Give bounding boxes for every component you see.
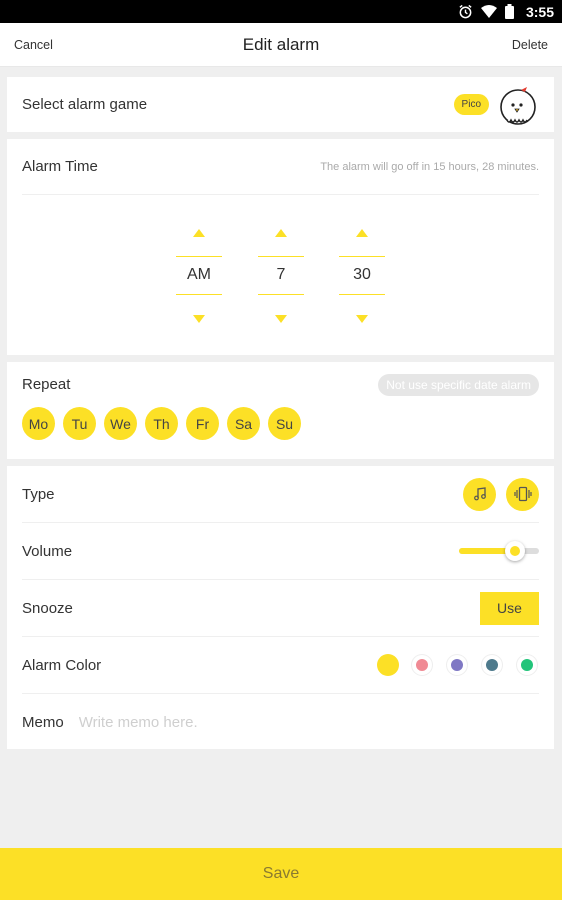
- alarm-time-card: Alarm Time The alarm will go off in 15 h…: [7, 139, 554, 355]
- snooze-row: Snooze Use: [22, 580, 539, 637]
- type-label: Type: [22, 485, 55, 503]
- select-game-row[interactable]: Select alarm game Pico: [7, 77, 554, 132]
- color-swatch[interactable]: [416, 659, 428, 671]
- color-swatch[interactable]: [451, 659, 463, 671]
- volume-label: Volume: [22, 542, 73, 560]
- day-toggle-th[interactable]: Th: [145, 407, 178, 440]
- day-toggle-fr[interactable]: Fr: [186, 407, 219, 440]
- status-time: 3:55: [525, 3, 554, 20]
- ampm-picker[interactable]: AM: [176, 223, 222, 333]
- music-note-icon[interactable]: [463, 477, 496, 511]
- color-swatch[interactable]: [486, 659, 498, 671]
- repeat-card: Repeat Not use specific date alarm Mo Tu…: [7, 362, 554, 459]
- wifi-icon: [480, 4, 497, 18]
- memo-input[interactable]: [78, 714, 539, 731]
- day-toggle-mo[interactable]: Mo: [22, 407, 55, 440]
- specific-date-toggle[interactable]: Not use specific date alarm: [378, 373, 539, 396]
- minute-down-arrow-icon[interactable]: [356, 315, 368, 323]
- delete-button[interactable]: Delete: [512, 38, 548, 52]
- select-game-label: Select alarm game: [22, 96, 148, 113]
- day-toggle-sa[interactable]: Sa: [227, 407, 260, 440]
- app-header: Cancel Edit alarm Delete: [0, 23, 562, 67]
- hour-down-arrow-icon[interactable]: [275, 315, 287, 323]
- color-swatch-selected[interactable]: [377, 654, 399, 676]
- save-button[interactable]: Save: [0, 848, 562, 900]
- snooze-label: Snooze: [22, 599, 73, 617]
- minute-up-arrow-icon[interactable]: [356, 229, 368, 237]
- weekday-selector: Mo Tu We Th Fr Sa Su: [22, 407, 539, 440]
- pico-character-icon: [500, 86, 536, 125]
- ampm-value: AM: [187, 266, 211, 283]
- ampm-up-arrow-icon[interactable]: [193, 229, 205, 237]
- color-picker: [377, 654, 539, 676]
- alarm-clock-icon: [459, 4, 472, 19]
- game-badge: Pico: [453, 94, 489, 115]
- day-toggle-su[interactable]: Su: [268, 407, 301, 440]
- alarm-time-label: Alarm Time: [22, 158, 98, 175]
- time-picker: AM 7 30: [7, 223, 554, 333]
- day-toggle-tu[interactable]: Tu: [63, 407, 96, 440]
- volume-row: Volume: [22, 523, 539, 580]
- alarm-color-label: Alarm Color: [22, 656, 102, 674]
- type-row: Type: [22, 466, 539, 523]
- repeat-label: Repeat: [22, 376, 71, 393]
- minute-picker[interactable]: 30: [339, 223, 385, 333]
- alarm-countdown-hint: The alarm will go off in 15 hours, 28 mi…: [320, 160, 539, 173]
- day-toggle-we[interactable]: We: [104, 407, 137, 440]
- page-title: Edit alarm: [242, 34, 320, 54]
- memo-row: Memo: [22, 694, 539, 751]
- hour-picker[interactable]: 7: [258, 223, 304, 333]
- minute-value: 30: [353, 266, 371, 283]
- vibrate-icon[interactable]: [506, 477, 539, 511]
- hour-value: 7: [276, 266, 286, 283]
- status-bar: 3:55: [0, 0, 562, 23]
- ampm-down-arrow-icon[interactable]: [193, 315, 205, 323]
- snooze-use-button[interactable]: Use: [480, 591, 539, 625]
- color-swatch[interactable]: [521, 659, 533, 671]
- volume-slider[interactable]: [459, 541, 539, 561]
- cancel-button[interactable]: Cancel: [14, 38, 53, 52]
- memo-label: Memo: [22, 714, 64, 731]
- alarm-color-row: Alarm Color: [22, 637, 539, 694]
- battery-icon: [504, 4, 514, 19]
- hour-up-arrow-icon[interactable]: [275, 229, 287, 237]
- settings-card: Type Volume Snooze Use Alarm Color Memo …: [7, 466, 554, 749]
- volume-slider-thumb[interactable]: [505, 541, 525, 561]
